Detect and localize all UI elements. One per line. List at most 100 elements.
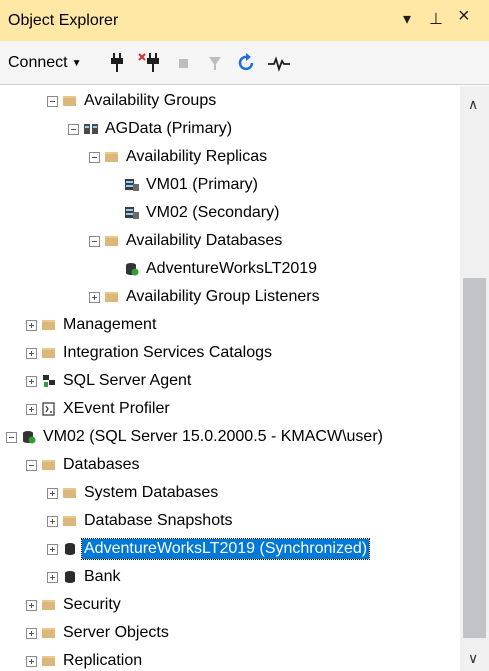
connect-button[interactable]: Connect ▼ (8, 53, 82, 73)
tree-node-sql-server-agent[interactable]: SQL Server Agent (26, 368, 193, 394)
folder-icon (42, 656, 55, 666)
database-icon (63, 542, 77, 556)
replica-server-icon (125, 206, 139, 220)
tree-node-availability-databases[interactable]: Availability Databases (89, 228, 284, 254)
refresh-icon[interactable] (238, 53, 256, 73)
tree-node-availability-groups[interactable]: Availability Groups (47, 88, 218, 114)
window-title: Object Explorer (8, 12, 119, 29)
folder-icon (105, 152, 118, 162)
expand-icon[interactable] (26, 403, 37, 415)
tree-node-management[interactable]: Management (26, 312, 158, 338)
folder-icon (63, 516, 76, 526)
connect-label: Connect (8, 54, 68, 71)
folder-icon (42, 600, 55, 610)
expand-icon[interactable] (26, 599, 37, 611)
chevron-down-icon: ▼ (71, 57, 82, 69)
collapse-icon[interactable] (89, 235, 100, 247)
object-explorer-titlebar: Object Explorer ▾ ⊥ × (0, 0, 489, 41)
tree-node-label: Availability Group Listeners (126, 288, 320, 305)
folder-icon (42, 628, 55, 638)
tree-node-xevent-profiler[interactable]: XEvent Profiler (26, 396, 172, 422)
xevent-profiler-icon (42, 402, 56, 416)
expand-icon[interactable] (47, 543, 58, 555)
stop-icon[interactable] (178, 53, 190, 73)
tree-node-bank[interactable]: Bank (47, 564, 122, 590)
tree-node-label: SQL Server Agent (63, 372, 192, 389)
tree-node-label: VM02 (Secondary) (146, 204, 280, 221)
scroll-up-icon[interactable]: ∧ (468, 96, 478, 113)
folder-icon (42, 320, 55, 330)
tree-node-vm01[interactable]: VM01 (Primary) (125, 172, 260, 198)
collapse-icon[interactable] (47, 95, 58, 107)
tree-node-availability-replicas[interactable]: Availability Replicas (89, 144, 269, 170)
tree-node-adventureworks-synchronized[interactable]: AdventureWorksLT2019 (Synchronized) (47, 536, 371, 562)
tree-node-adventureworks-availability[interactable]: AdventureWorksLT2019 (125, 256, 319, 282)
tree-node-label: Bank (84, 568, 121, 585)
tree-node-label: Availability Groups (84, 92, 217, 109)
database-icon (63, 570, 77, 584)
tree-node-label: VM01 (Primary) (146, 176, 259, 193)
expand-icon[interactable] (26, 655, 37, 667)
tree-node-database-snapshots[interactable]: Database Snapshots (47, 508, 235, 534)
sql-agent-icon (42, 374, 56, 388)
connect-icon[interactable] (110, 53, 124, 73)
tree-node-label: Replication (63, 652, 143, 669)
tree-node-label: AGData (Primary) (105, 120, 233, 137)
availability-group-icon (84, 122, 98, 136)
tree-node-label: Management (63, 316, 157, 333)
server-icon (22, 430, 36, 444)
pin-icon[interactable]: ⊥ (429, 9, 443, 29)
filter-icon[interactable] (208, 53, 222, 73)
tree-node-databases[interactable]: Databases (26, 452, 142, 478)
tree-node-label: Integration Services Catalogs (63, 344, 272, 361)
replica-server-icon (125, 178, 139, 192)
tree-node-label: AdventureWorksLT2019 (146, 260, 318, 277)
collapse-icon[interactable] (68, 123, 79, 135)
tree-node-label: XEvent Profiler (63, 400, 170, 417)
collapse-icon[interactable] (26, 459, 37, 471)
folder-icon (105, 292, 118, 302)
folder-icon (42, 348, 55, 358)
expand-icon[interactable] (47, 571, 58, 583)
window-dropdown-icon[interactable]: ▾ (403, 9, 411, 29)
tree-node-label: System Databases (84, 484, 219, 501)
tree-node-availability-group-listeners[interactable]: Availability Group Listeners (89, 284, 322, 310)
tree-node-integration-services-catalogs[interactable]: Integration Services Catalogs (26, 340, 274, 366)
expand-icon[interactable] (89, 291, 100, 303)
disconnect-icon[interactable] (138, 53, 160, 73)
folder-icon (63, 96, 76, 106)
tree-node-label: Availability Databases (126, 232, 283, 249)
expand-icon[interactable] (26, 375, 37, 387)
collapse-icon[interactable] (89, 151, 100, 163)
scroll-down-icon[interactable]: ∨ (468, 650, 478, 667)
expand-icon[interactable] (47, 487, 58, 499)
tree-node-label: AdventureWorksLT2019 (Synchronized) (80, 538, 371, 560)
object-explorer-tree: Availability Groups AGData (Primary) Ava… (0, 86, 460, 671)
vertical-scrollbar[interactable]: ∧ ∨ (460, 86, 489, 671)
collapse-icon[interactable] (6, 431, 17, 443)
tree-node-server-objects[interactable]: Server Objects (26, 620, 171, 646)
tree-node-vm02-server[interactable]: VM02 (SQL Server 15.0.2000.5 - KMACW\use… (6, 424, 385, 450)
tree-node-label: Server Objects (63, 624, 169, 641)
folder-icon (105, 236, 118, 246)
scrollbar-thumb[interactable] (463, 278, 486, 638)
object-explorer-toolbar: Connect ▼ (0, 41, 489, 85)
tree-node-system-databases[interactable]: System Databases (47, 480, 220, 506)
tree-node-security[interactable]: Security (26, 592, 123, 618)
tree-node-vm02-secondary[interactable]: VM02 (Secondary) (125, 200, 281, 226)
tree-node-replication[interactable]: Replication (26, 648, 144, 671)
tree-node-agdata[interactable]: AGData (Primary) (68, 116, 234, 142)
expand-icon[interactable] (26, 347, 37, 359)
expand-icon[interactable] (26, 627, 37, 639)
folder-icon (42, 460, 55, 470)
tree-node-label: Availability Replicas (126, 148, 268, 165)
tree-node-label: Security (63, 596, 121, 613)
expand-icon[interactable] (26, 319, 37, 331)
tree-node-label: VM02 (SQL Server 15.0.2000.5 - KMACW\use… (43, 428, 383, 445)
close-icon[interactable]: × (458, 5, 470, 28)
activity-monitor-icon[interactable] (268, 53, 290, 73)
expand-icon[interactable] (47, 515, 58, 527)
folder-icon (63, 488, 76, 498)
tree-node-label: Database Snapshots (84, 512, 233, 529)
availability-database-icon (125, 262, 139, 276)
